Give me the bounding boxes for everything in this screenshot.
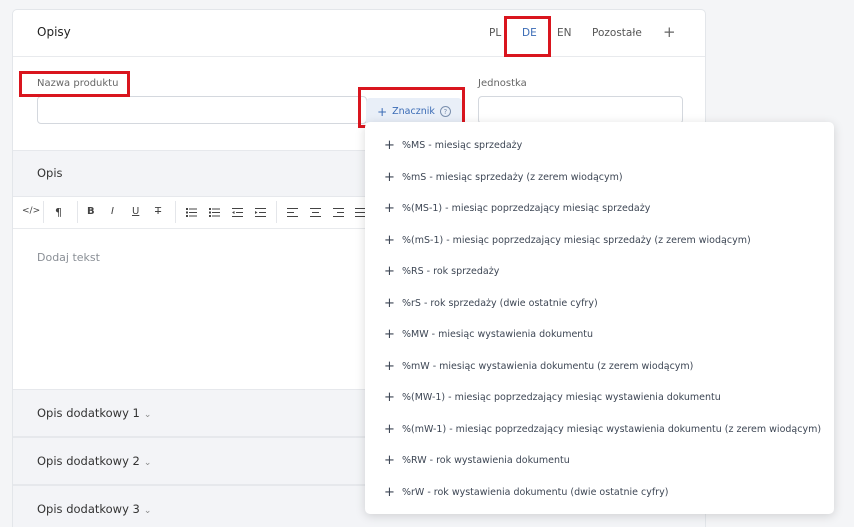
outdent-icon[interactable] (232, 208, 243, 217)
tag-option-label: %mW - miesiąc wystawienia dokumentu (z z… (402, 360, 694, 372)
extra-description-2-title: Opis dodatkowy 2 ⌄ (37, 454, 151, 468)
plus-icon: + (384, 138, 395, 154)
card-title: Opisy (37, 25, 71, 39)
plus-icon: + (384, 295, 395, 311)
editor-placeholder: Dodaj tekst (37, 251, 100, 264)
toolbar-divider (43, 201, 44, 223)
add-tab-icon[interactable]: + (663, 23, 676, 41)
tab-lang-en[interactable]: EN (557, 27, 572, 39)
tag-option-label: %rW - rok wystawienia dokumentu (dwie os… (402, 486, 669, 498)
tag-option[interactable]: + %MW - miesiąc wystawienia dokumentu (365, 319, 834, 351)
chevron-down-icon: ⌄ (143, 458, 152, 468)
plus-icon: + (384, 358, 395, 374)
tag-option-label: %RS - rok sprzedaży (402, 266, 500, 278)
tab-lang-pl[interactable]: PL (489, 27, 501, 39)
strikethrough-icon[interactable]: T (155, 206, 161, 217)
tag-dropdown: + %MS - miesiąc sprzedaży + %mS - miesiąc … (365, 122, 834, 514)
code-view-icon[interactable]: </> (22, 206, 40, 216)
toolbar-divider (175, 201, 176, 223)
plus-icon: + (384, 169, 395, 185)
tag-option[interactable]: + %RW - rok wystawienia dokumentu (365, 445, 834, 477)
unit-input[interactable] (478, 96, 683, 124)
tag-option[interactable]: + %(MW-1) - miesiąc poprzedzający miesiąc… (365, 382, 834, 414)
paragraph-icon[interactable]: ¶ (55, 206, 62, 219)
tag-option[interactable]: + %rS - rok sprzedaży (dwie ostatnie cyfr… (365, 288, 834, 320)
bullet-list-icon[interactable] (186, 208, 197, 217)
align-center-icon[interactable] (310, 208, 321, 217)
tag-option-label: %(mW-1) - miesiąc poprzedzający miesiąc … (402, 423, 822, 435)
tag-option-label: %MW - miesiąc wystawienia dokumentu (402, 329, 594, 341)
unit-label: Jednostka (478, 78, 527, 89)
plus-icon: + (384, 264, 395, 280)
extra-description-1-label: Opis dodatkowy 1 (37, 406, 140, 420)
tag-option[interactable]: + %(mS-1) - miesiąc poprzedzający miesiąc… (365, 225, 834, 257)
tab-lang-other[interactable]: Pozostałe (592, 27, 642, 39)
tag-option-label: %mS - miesiąc sprzedaży (z zerem wiodący… (402, 171, 623, 183)
chevron-down-icon: ⌄ (143, 410, 152, 420)
align-right-icon[interactable] (333, 208, 344, 217)
extra-description-3-title: Opis dodatkowy 3 ⌄ (37, 502, 151, 516)
plus-icon: + (384, 201, 395, 217)
toolbar-divider (276, 201, 277, 223)
bold-icon[interactable]: B (87, 206, 95, 217)
tag-option-label: %RW - rok wystawienia dokumentu (402, 455, 570, 467)
extra-description-1-title: Opis dodatkowy 1 ⌄ (37, 406, 151, 420)
underline-icon[interactable]: U (132, 206, 139, 217)
plus-icon: + (384, 232, 395, 248)
chevron-down-icon: ⌄ (143, 506, 152, 516)
tag-option[interactable]: + %mS - miesiąc sprzedaży (z zerem wiodąc… (365, 162, 834, 194)
tag-option[interactable]: + %rW - rok wystawienia dokumentu (dwie o… (365, 477, 834, 509)
extra-description-3-label: Opis dodatkowy 3 (37, 502, 140, 516)
plus-icon: + (384, 484, 395, 500)
plus-icon: + (384, 327, 395, 343)
extra-description-2-label: Opis dodatkowy 2 (37, 454, 140, 468)
tag-option-label: %(mS-1) - miesiąc poprzedzający miesiąc … (402, 234, 751, 246)
product-name-input[interactable] (37, 96, 367, 124)
tag-option[interactable]: + %RS - rok sprzedaży (365, 256, 834, 288)
align-left-icon[interactable] (287, 208, 298, 217)
tag-option-label: %MS - miesiąc sprzedaży (402, 140, 523, 152)
tag-option-label: %rS - rok sprzedaży (dwie ostatnie cyfry… (402, 297, 598, 309)
indent-icon[interactable] (255, 208, 266, 217)
highlight-product-name-label (19, 71, 130, 97)
card-header: Opisy PL DE EN Pozostałe + (13, 10, 705, 57)
tag-option-label: %(MW-1) - miesiąc poprzedzający miesiąc … (402, 392, 721, 404)
plus-icon: + (384, 390, 395, 406)
plus-icon: + (384, 421, 395, 437)
toolbar-divider (77, 201, 78, 223)
numbered-list-icon[interactable] (209, 208, 220, 217)
plus-icon: + (384, 453, 395, 469)
tag-option[interactable]: + %mW - miesiąc wystawienia dokumentu (z … (365, 351, 834, 383)
tag-option-label: %(MS-1) - miesiąc poprzedzający miesiąc … (402, 203, 651, 215)
italic-icon[interactable]: I (111, 206, 114, 217)
tag-option[interactable]: + %MS - miesiąc sprzedaży (365, 130, 834, 162)
tag-option[interactable]: + %(MS-1) - miesiąc poprzedzający miesiąc… (365, 193, 834, 225)
highlight-de-tab (504, 16, 551, 57)
tag-option[interactable]: + %(mW-1) - miesiąc poprzedzający miesiąc… (365, 414, 834, 446)
description-title: Opis (37, 166, 63, 180)
